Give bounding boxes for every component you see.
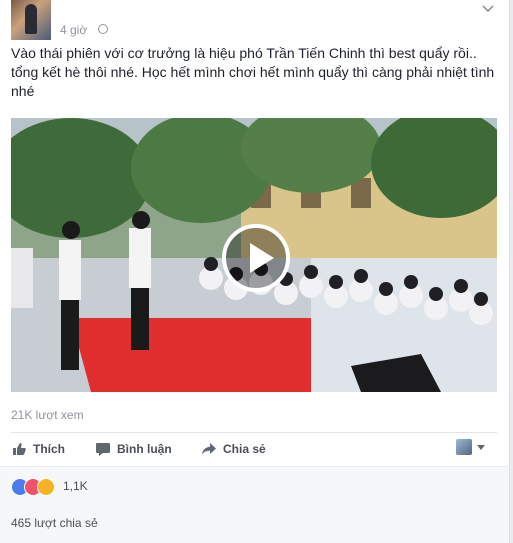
post-card: 4 giờ Vào thái phiên với cơ trưởng là hi… xyxy=(0,0,510,543)
shares-row: 465 lượt chia sẻ xyxy=(0,507,509,543)
view-count: 21K lượt xem xyxy=(11,408,84,422)
post-header: 4 giờ xyxy=(0,0,509,44)
avatar[interactable] xyxy=(11,0,51,40)
share-arrow-icon xyxy=(201,441,217,457)
post-as-selector[interactable] xyxy=(456,439,485,455)
share-button[interactable]: Chia sẻ xyxy=(201,441,266,457)
share-count[interactable]: 465 lượt chia sẻ xyxy=(11,516,98,530)
thumbs-up-icon xyxy=(11,441,27,457)
post-timestamp[interactable]: 4 giờ xyxy=(60,23,87,37)
like-button[interactable]: Thích xyxy=(11,441,65,457)
reaction-icons[interactable] xyxy=(11,478,59,496)
avatar xyxy=(456,439,472,455)
comment-icon xyxy=(95,441,111,457)
play-button[interactable] xyxy=(222,224,290,292)
haha-icon xyxy=(37,478,55,496)
reaction-count[interactable]: 1,1K xyxy=(63,479,88,493)
like-label: Thích xyxy=(33,442,65,456)
comment-label: Bình luận xyxy=(117,442,172,456)
video-player[interactable] xyxy=(11,118,497,392)
reactions-bar[interactable]: 1,1K xyxy=(0,466,509,508)
comment-button[interactable]: Bình luận xyxy=(95,441,172,457)
action-bar: Thích Bình luận Chia sẻ xyxy=(11,432,497,465)
globe-icon xyxy=(98,24,108,34)
chevron-down-icon[interactable] xyxy=(481,2,495,16)
post-text: Vào thái phiên với cơ trưởng là hiệu phó… xyxy=(11,45,495,99)
share-label: Chia sẻ xyxy=(223,442,266,456)
caret-down-icon xyxy=(477,444,485,450)
